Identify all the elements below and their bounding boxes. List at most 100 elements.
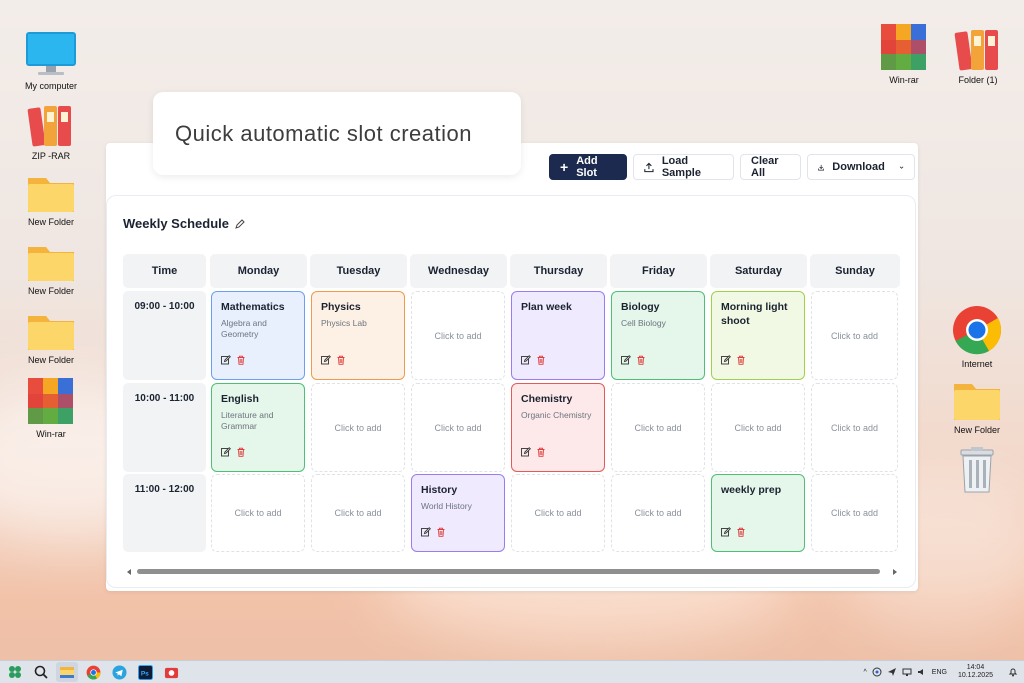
empty-slot[interactable]: Click to add — [811, 291, 898, 380]
desktop-icon-winrar-right[interactable]: Win-rar — [872, 22, 936, 86]
slot-title: Mathematics — [221, 301, 285, 313]
header-saturday: Saturday — [710, 254, 807, 288]
schedule-slot[interactable]: Plan week — [511, 291, 605, 380]
schedule-slot[interactable]: Physics Physics Lab — [311, 291, 405, 380]
desktop-icon-label: Win-rar — [36, 429, 66, 439]
chevron-up-icon[interactable]: ^ — [863, 669, 866, 676]
load-sample-button[interactable]: Load Sample — [633, 154, 734, 180]
schedule-slot[interactable]: Morning light shoot — [711, 291, 805, 380]
edit-button[interactable] — [521, 352, 531, 370]
empty-slot[interactable]: Click to add — [611, 474, 705, 552]
clock-time: 14:04 — [966, 664, 985, 671]
taskbar-file-explorer[interactable] — [56, 662, 78, 682]
delete-button[interactable] — [536, 352, 546, 370]
language-indicator[interactable]: ENG — [932, 669, 947, 676]
desktop-icon-folder-1[interactable]: Folder (1) — [946, 26, 1010, 86]
taskbar-app[interactable] — [160, 662, 182, 682]
desktop-icon-new-folder-right[interactable]: New Folder — [945, 376, 1009, 436]
edit-button[interactable] — [721, 524, 731, 542]
edit-button[interactable] — [221, 352, 231, 370]
winrar-icon — [881, 24, 926, 70]
load-sample-label: Load Sample — [661, 155, 701, 179]
schedule-slot[interactable]: Chemistry Organic Chemistry — [511, 383, 605, 472]
trash-icon — [237, 447, 245, 457]
delete-button[interactable] — [636, 352, 646, 370]
delete-button[interactable] — [236, 352, 246, 370]
edit-button[interactable] — [721, 352, 731, 370]
desktop-icon-my-computer[interactable]: My computer — [19, 30, 83, 92]
empty-slot[interactable]: Click to add — [311, 383, 405, 472]
empty-slot[interactable]: Click to add — [411, 383, 505, 472]
header-time: Time — [123, 254, 206, 288]
empty-slot[interactable]: Click to add — [511, 474, 605, 552]
schedule-slot[interactable]: History World History — [411, 474, 505, 552]
desktop-icon-zip-rar[interactable]: ZIP -RAR — [19, 102, 83, 162]
header-wednesday: Wednesday — [410, 254, 507, 288]
send-icon[interactable] — [887, 667, 897, 677]
empty-slot[interactable]: Click to add — [711, 383, 805, 472]
slot-title: Chemistry — [521, 393, 573, 405]
monitor-icon — [26, 32, 76, 75]
empty-slot[interactable]: Click to add — [211, 474, 305, 552]
desktop-icon-new-folder-1[interactable]: New Folder — [19, 170, 83, 228]
empty-slot[interactable]: Click to add — [311, 474, 405, 552]
slot-actions — [221, 352, 246, 370]
taskbar: Ps ^ ENG 14:04 10.12.2025 — [0, 660, 1024, 683]
delete-button[interactable] — [236, 444, 246, 462]
schedule-slot[interactable]: Mathematics Algebra and Geometry — [211, 291, 305, 380]
file-explorer-icon — [60, 667, 74, 678]
taskbar-telegram[interactable] — [108, 662, 130, 682]
desktop-icon-internet[interactable]: Internet — [945, 304, 1009, 370]
search-button[interactable] — [30, 662, 52, 682]
empty-slot[interactable]: Click to add — [811, 383, 898, 472]
monitor-small-icon[interactable] — [902, 667, 912, 677]
delete-button[interactable] — [536, 444, 546, 462]
header-thursday: Thursday — [510, 254, 607, 288]
empty-slot[interactable]: Click to add — [611, 383, 705, 472]
edit-button[interactable] — [221, 444, 231, 462]
slot-subtitle: Physics Lab — [321, 318, 367, 328]
winrar-icon — [28, 378, 73, 424]
empty-slot[interactable]: Click to add — [811, 474, 898, 552]
desktop-icon-new-folder-2[interactable]: New Folder — [19, 239, 83, 297]
clear-all-button[interactable]: Clear All — [740, 154, 801, 180]
taskbar-chrome[interactable] — [82, 662, 104, 682]
schedule-slot[interactable]: weekly prep — [711, 474, 805, 552]
trash-icon — [737, 527, 745, 537]
trash-icon — [437, 527, 445, 537]
system-tray[interactable]: ^ ENG 14:04 10.12.2025 — [863, 664, 1018, 680]
delete-button[interactable] — [736, 352, 746, 370]
desktop-icon-winrar[interactable]: Win-rar — [19, 376, 83, 440]
telegram-icon — [111, 664, 127, 680]
delete-button[interactable] — [736, 524, 746, 542]
taskbar-photoshop[interactable]: Ps — [134, 662, 156, 682]
desktop-icon-new-folder-3[interactable]: New Folder — [19, 308, 83, 366]
trash-icon — [337, 355, 345, 365]
delete-button[interactable] — [336, 352, 346, 370]
delete-button[interactable] — [436, 524, 446, 542]
time-slot-label: 09:00 - 10:00 — [123, 291, 206, 380]
clock[interactable]: 14:04 10.12.2025 — [958, 664, 993, 680]
desktop-icon-label: ZIP -RAR — [31, 151, 71, 161]
slot-subtitle: Organic Chemistry — [521, 410, 592, 420]
upload-icon — [644, 162, 654, 172]
edit-button[interactable] — [321, 352, 331, 370]
network-icon[interactable] — [872, 667, 882, 677]
download-label: Download — [832, 161, 885, 173]
desktop-icon-label: Folder (1) — [958, 75, 998, 85]
start-button[interactable] — [4, 662, 26, 682]
pencil-icon[interactable] — [235, 218, 245, 229]
edit-button[interactable] — [621, 352, 631, 370]
search-icon — [34, 665, 48, 679]
notification-bell-icon[interactable] — [1008, 667, 1018, 677]
schedule-slot[interactable]: Biology Cell Biology — [611, 291, 705, 380]
horizontal-scrollbar[interactable] — [125, 564, 899, 575]
edit-button[interactable] — [421, 524, 431, 542]
volume-icon[interactable] — [917, 667, 927, 677]
add-slot-button[interactable]: + Add Slot — [549, 154, 627, 180]
desktop-icon-recycle-bin[interactable] — [945, 446, 1009, 494]
download-button[interactable]: Download — [807, 154, 915, 180]
schedule-slot[interactable]: English Literature and Grammar — [211, 383, 305, 472]
empty-slot[interactable]: Click to add — [411, 291, 505, 380]
edit-button[interactable] — [521, 444, 531, 462]
